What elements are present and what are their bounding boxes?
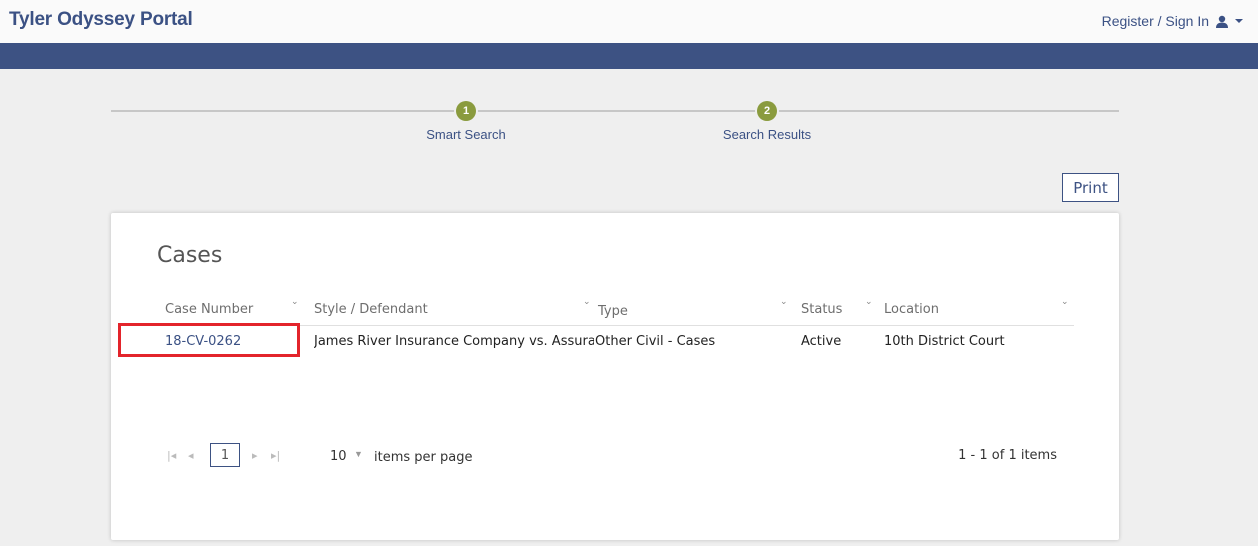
step-2-label: Search Results bbox=[722, 127, 812, 142]
column-header-style-defendant[interactable]: Style / Defendant bbox=[314, 302, 428, 317]
cases-title: Cases bbox=[157, 243, 223, 268]
progress-line bbox=[111, 110, 1119, 112]
case-style-cell: James River Insurance Company vs. Assura bbox=[314, 334, 594, 349]
chevron-down-icon[interactable]: ⌄ bbox=[1061, 297, 1069, 307]
step-1-label: Smart Search bbox=[426, 127, 506, 142]
last-page-icon[interactable]: ▸| bbox=[271, 449, 280, 462]
nav-bar bbox=[0, 43, 1258, 69]
caret-down-icon bbox=[1235, 18, 1243, 24]
first-page-icon[interactable]: |◂ bbox=[167, 449, 176, 462]
cases-card: Cases Case Number ⌄ Style / Defendant ⌄ … bbox=[111, 213, 1119, 540]
column-header-case-number[interactable]: Case Number bbox=[165, 302, 253, 317]
column-header-status[interactable]: Status bbox=[801, 302, 842, 317]
top-bar: Tyler Odyssey Portal Register / Sign In bbox=[0, 0, 1258, 43]
print-button[interactable]: Print bbox=[1062, 173, 1119, 202]
user-icon bbox=[1215, 15, 1229, 28]
chevron-down-icon[interactable]: ⌄ bbox=[865, 297, 873, 307]
current-page[interactable]: 1 bbox=[210, 443, 240, 467]
items-per-page-label: items per page bbox=[374, 450, 473, 465]
brand-title[interactable]: Tyler Odyssey Portal bbox=[9, 9, 193, 31]
step-1-indicator: 1 bbox=[456, 101, 476, 121]
chevron-down-icon[interactable]: ⌄ bbox=[780, 297, 788, 307]
highlight-box bbox=[118, 323, 300, 357]
case-status-cell: Active bbox=[801, 334, 842, 349]
sign-in-label: Register / Sign In bbox=[1101, 13, 1209, 29]
page-size-select[interactable]: 10 bbox=[330, 449, 347, 464]
chevron-down-icon[interactable]: ⌄ bbox=[583, 297, 591, 307]
item-count: 1 - 1 of 1 items bbox=[958, 448, 1057, 463]
next-page-icon[interactable]: ▸ bbox=[252, 449, 258, 462]
column-header-location[interactable]: Location bbox=[884, 302, 939, 317]
case-type-cell: Other Civil - Cases bbox=[595, 334, 716, 349]
sign-in-menu[interactable]: Register / Sign In bbox=[1102, 13, 1243, 29]
column-header-type[interactable]: Type bbox=[598, 304, 628, 319]
case-location-cell: 10th District Court bbox=[884, 334, 1005, 349]
chevron-down-icon[interactable]: ⌄ bbox=[291, 297, 299, 307]
step-2-indicator: 2 bbox=[757, 101, 777, 121]
dropdown-arrow-icon[interactable]: ▼ bbox=[354, 449, 363, 459]
prev-page-icon[interactable]: ◂ bbox=[188, 449, 194, 462]
